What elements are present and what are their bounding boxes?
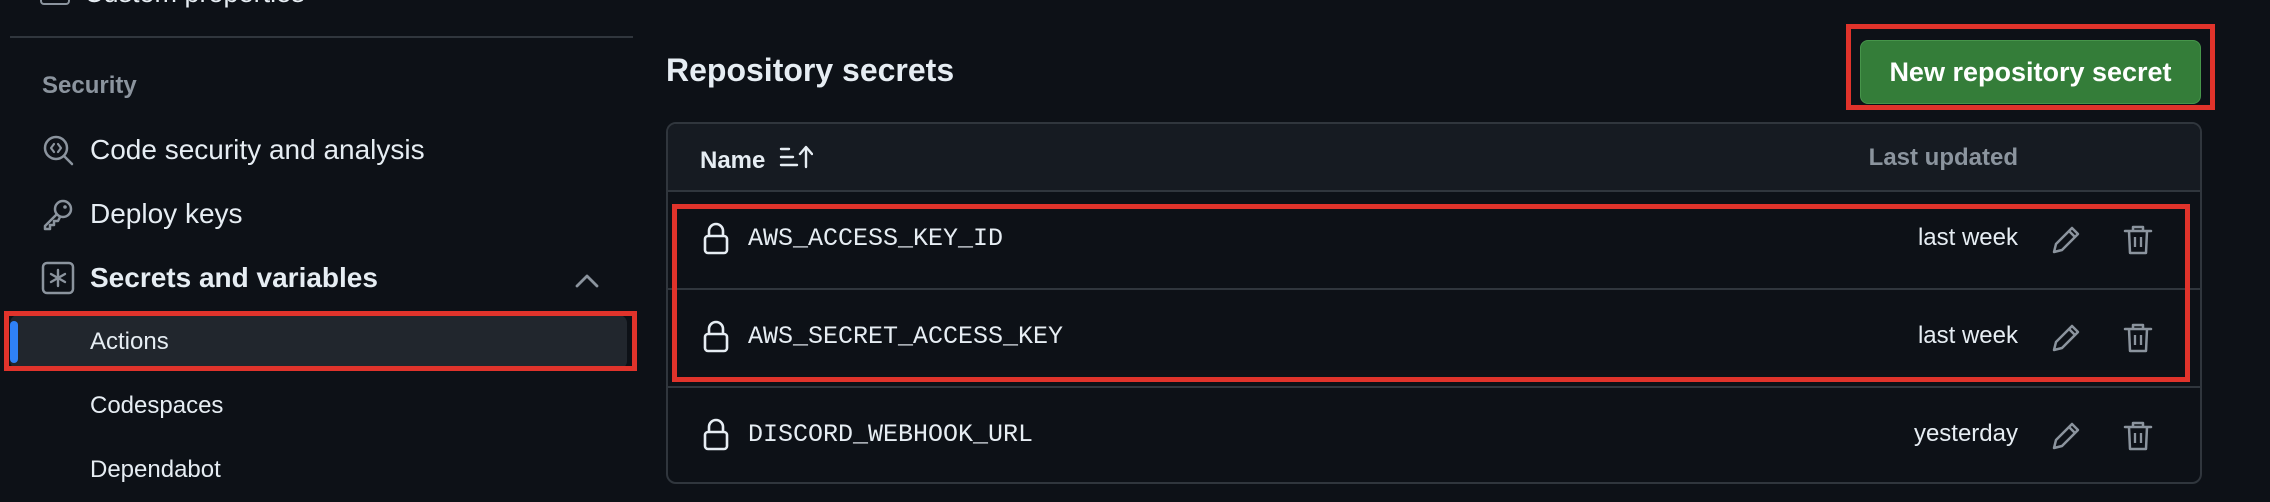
subnav-item-label: Codespaces (90, 392, 224, 419)
sidebar-item-code-security[interactable]: Code security and analysis (40, 128, 425, 172)
active-indicator (10, 321, 18, 363)
section-title: Repository secrets (666, 52, 955, 88)
pencil-icon[interactable] (2048, 222, 2084, 258)
pencil-icon[interactable] (2048, 320, 2084, 356)
column-header-label: Name (700, 146, 766, 174)
sort-ascending-icon[interactable] (779, 144, 814, 177)
pencil-icon[interactable] (2048, 418, 2084, 454)
lock-icon (702, 320, 730, 354)
sidebar-item-custom-properties[interactable]: Custom properties (40, 0, 305, 8)
new-repository-secret-button[interactable]: New repository secret (1860, 40, 2201, 104)
settings-sidebar: Custom properties Security Code security… (0, 0, 640, 502)
secret-name: DISCORD_WEBHOOK_URL (748, 420, 1034, 449)
sidebar-section-heading: Security (42, 72, 137, 99)
trash-icon[interactable] (2120, 222, 2156, 258)
secrets-table: Name Last updated AWS_ACCESS_KEY_ID last… (666, 122, 2202, 484)
subnav-item-actions[interactable]: Actions (90, 322, 169, 362)
sidebar-item-secrets-and-variables[interactable]: Secrets and variables (40, 256, 378, 300)
subnav-item-dependabot[interactable]: Dependabot (90, 450, 221, 490)
settings-page: Custom properties Security Code security… (0, 0, 2270, 502)
sidebar-item-label: Code security and analysis (90, 134, 425, 165)
subnav-item-codespaces[interactable]: Codespaces (90, 386, 223, 426)
secret-name: AWS_ACCESS_KEY_ID (748, 224, 1004, 253)
column-header-name[interactable]: Name (700, 144, 814, 177)
chevron-up-icon[interactable] (574, 270, 600, 292)
sidebar-divider (10, 36, 633, 38)
sidebar-item-deploy-keys[interactable]: Deploy keys (40, 192, 243, 236)
table-header: Name Last updated (668, 124, 2200, 192)
asterisk-icon (40, 260, 76, 296)
table-row: AWS_SECRET_ACCESS_KEY last week (668, 290, 2200, 388)
subnav-item-label: Dependabot (90, 456, 221, 483)
table-icon (40, 0, 70, 5)
table-row: AWS_ACCESS_KEY_ID last week (668, 192, 2200, 290)
subnav-item-label: Actions (90, 328, 169, 355)
secret-last-updated: last week (1917, 322, 2018, 349)
sidebar-item-label: Secrets and variables (90, 262, 378, 293)
secret-name: AWS_SECRET_ACCESS_KEY (748, 322, 1064, 351)
lock-icon (702, 418, 730, 452)
trash-icon[interactable] (2120, 320, 2156, 356)
lock-icon (702, 222, 730, 256)
trash-icon[interactable] (2120, 418, 2156, 454)
codescan-icon (40, 132, 76, 168)
key-icon (40, 196, 76, 232)
table-row: DISCORD_WEBHOOK_URL yesterday (668, 388, 2200, 482)
secret-last-updated: yesterday (1913, 420, 2018, 447)
secret-last-updated: last week (1917, 224, 2018, 251)
sidebar-item-label: Custom properties (84, 0, 305, 9)
column-header-last-updated: Last updated (1868, 144, 2018, 171)
sidebar-item-label: Deploy keys (90, 198, 243, 229)
